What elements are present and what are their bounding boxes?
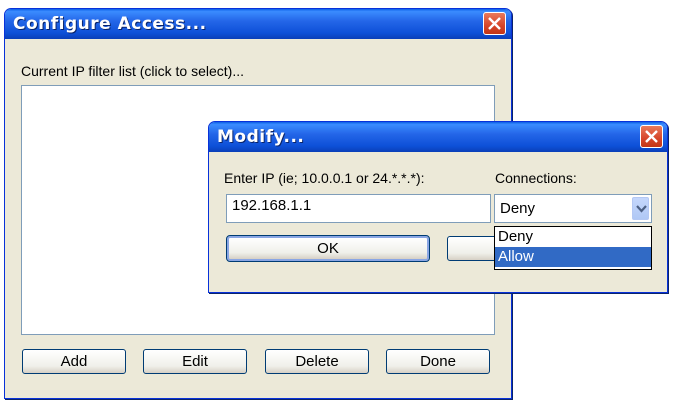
connections-select[interactable]: Deny (494, 194, 652, 223)
connections-selected-value: Deny (500, 200, 536, 217)
ip-label: Enter IP (ie; 10.0.0.1 or 24.*.*.*): (224, 170, 425, 186)
ok-button[interactable]: OK (226, 235, 430, 262)
title-bar[interactable]: Configure Access... (5, 9, 511, 39)
chevron-down-icon (636, 205, 647, 213)
modify-dialog: Modify... Enter IP (ie; 10.0.0.1 or 24.*… (208, 121, 668, 293)
add-button[interactable]: Add (22, 349, 126, 374)
ip-input[interactable]: 192.168.1.1 (226, 194, 491, 223)
modify-title: Modify... (217, 127, 305, 147)
window-title: Configure Access... (13, 14, 207, 34)
delete-button[interactable]: Delete (265, 349, 369, 374)
connections-label: Connections: (495, 170, 577, 186)
filter-list-label: Current IP filter list (click to select)… (21, 63, 245, 79)
modify-title-bar[interactable]: Modify... (209, 122, 667, 152)
close-button[interactable] (483, 12, 506, 35)
edit-button[interactable]: Edit (143, 349, 247, 374)
option-allow[interactable]: Allow (495, 247, 651, 267)
close-icon (645, 130, 658, 143)
close-icon (488, 17, 501, 30)
connections-dropdown-list[interactable]: Deny Allow (494, 226, 652, 270)
option-deny[interactable]: Deny (495, 227, 651, 247)
dropdown-arrow-button[interactable] (632, 197, 649, 220)
modify-close-button[interactable] (640, 125, 663, 148)
done-button[interactable]: Done (386, 349, 490, 374)
